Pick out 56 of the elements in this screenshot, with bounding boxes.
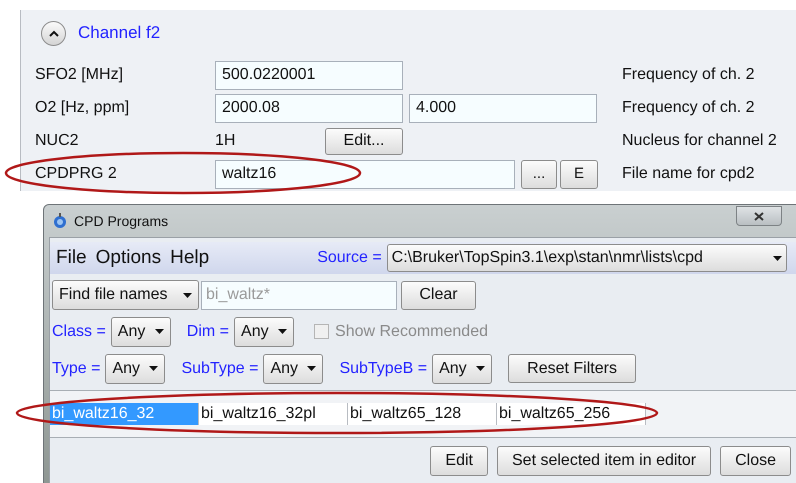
filter-dropdown[interactable]: Any — [234, 316, 294, 346]
value-field[interactable]: 500.0220001 — [215, 60, 403, 90]
parameter-description: Frequency of ch. 2 — [622, 65, 755, 85]
caret-icon — [278, 329, 288, 334]
window-title: CPD Programs — [74, 212, 168, 231]
filter-dropdown[interactable]: Any — [105, 354, 166, 384]
dialog-button[interactable]: Set selected item in editor — [497, 446, 712, 476]
parameter-description: Frequency of ch. 2 — [622, 98, 755, 118]
section-title: Channel f2 — [78, 22, 160, 44]
parameter-label: SFO2 [MHz] — [35, 65, 124, 85]
parameter-label: CPDPRG 2 — [35, 164, 118, 184]
browse-button[interactable]: ... — [521, 160, 557, 188]
collapse-button[interactable] — [41, 20, 66, 46]
menu-item[interactable]: Options — [96, 244, 162, 272]
caret-icon — [307, 366, 316, 371]
parameter-description: Nucleus for channel 2 — [622, 131, 777, 151]
chevron-up-icon — [48, 30, 58, 36]
caret-icon — [476, 366, 486, 371]
search-field[interactable]: bi_waltz* — [201, 280, 397, 310]
filter-label: SubTypeB = — [339, 358, 428, 378]
filter-dropdown[interactable]: Any — [263, 354, 324, 384]
close-button[interactable] — [736, 206, 782, 226]
source-label: Source = — [317, 248, 382, 268]
caret-icon — [149, 366, 158, 371]
value-field[interactable]: 2000.08 — [215, 94, 403, 122]
value-field[interactable]: waltz16 — [215, 160, 515, 188]
checkbox-label: Show Recommended — [335, 322, 488, 342]
dialog-button[interactable]: Edit — [430, 446, 488, 476]
filter-dropdown[interactable]: Any — [110, 316, 171, 346]
close-icon — [754, 212, 764, 220]
value-field[interactable]: 4.000 — [409, 94, 597, 122]
editor-button[interactable]: E — [560, 160, 598, 188]
edit-button[interactable]: Edit... — [325, 128, 403, 154]
filter-label: Dim = — [186, 322, 230, 342]
caret-icon — [772, 256, 782, 260]
caret-icon — [183, 292, 192, 298]
filter-dropdown[interactable]: Any — [432, 354, 492, 384]
filter-label: SubType = — [181, 358, 258, 378]
caret-icon — [154, 329, 164, 334]
source-dropdown[interactable]: C:\Bruker\TopSpin3.1\exp\stan\nmr\lists\cpd — [386, 244, 787, 272]
program-name-entry[interactable]: bi_waltz16_32pl — [199, 403, 348, 425]
dialog-button[interactable]: Close — [720, 446, 791, 476]
parameter-label: NUC2 — [35, 131, 80, 151]
parameter-label: O2 [Hz, ppm] — [35, 98, 130, 118]
filter-label: Class = — [52, 322, 106, 342]
app-icon — [52, 212, 68, 230]
program-name-entry[interactable]: bi_waltz65_128 — [348, 403, 497, 425]
menu-item[interactable]: File — [56, 244, 87, 272]
menu-item[interactable]: Help — [170, 244, 210, 272]
filter-label: Type = — [52, 358, 100, 378]
parameter-description: File name for cpd2 — [622, 164, 755, 184]
program-name-entry[interactable]: bi_waltz65_256 — [497, 403, 646, 425]
clear-button[interactable]: Clear — [401, 280, 476, 310]
search-mode-dropdown[interactable]: Find file names — [52, 280, 199, 310]
reset-filters-button[interactable]: Reset Filters — [508, 354, 636, 383]
nucleus-value: 1H — [215, 131, 236, 151]
